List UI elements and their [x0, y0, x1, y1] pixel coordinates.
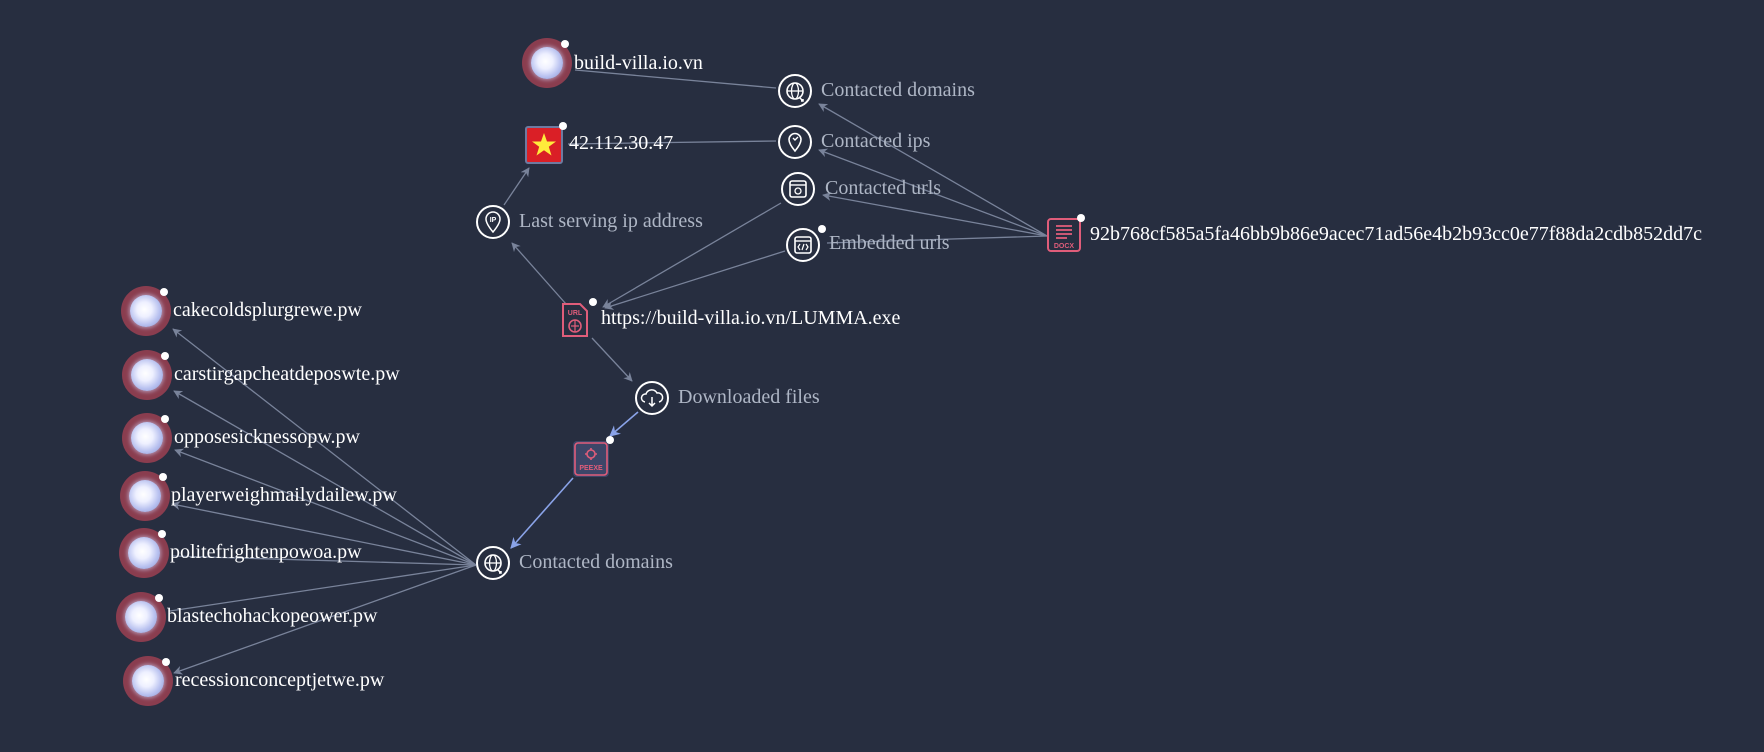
edge-url-last-serving-ip: [511, 242, 567, 305]
node-status-dot: [606, 436, 614, 444]
domain-node-build-villa[interactable]: [522, 38, 572, 88]
url-node-label: https://build-villa.io.vn/LUMMA.exe: [601, 307, 901, 329]
rel-label-downloaded-files: Downloaded files: [678, 386, 820, 408]
node-status-dot: [155, 594, 163, 602]
docx-badge-text: DOCX: [1054, 243, 1075, 250]
domain-label: playerweighmailydailew.pw: [171, 484, 397, 506]
edge-last-serving-ip-ip: [503, 167, 530, 206]
docx-file-icon[interactable]: DOCX: [1047, 214, 1085, 252]
cloud-download-icon[interactable]: [634, 380, 670, 416]
url-badge-text: URL: [568, 310, 583, 317]
ip-icon[interactable]: IP: [475, 204, 511, 240]
edge-peexe-contacted-domains: [510, 477, 574, 549]
rel-label-embedded-urls: Embedded urls: [829, 232, 950, 254]
peexe-file-icon[interactable]: PEEXE: [573, 436, 614, 477]
rel-label-contacted-ips: Contacted ips: [821, 130, 931, 152]
edge-embedded-urls-url: [604, 250, 786, 310]
node-status-dot: [161, 352, 169, 360]
node-status-dot: [160, 288, 168, 296]
rel-label-last-serving-ip: Last serving ip address: [519, 210, 703, 232]
browser-link-icon[interactable]: [780, 171, 816, 207]
domain-node[interactable]: [121, 286, 171, 336]
peexe-badge-text: PEEXE: [579, 465, 603, 472]
domain-label: politefrightenpowoa.pw: [170, 541, 362, 563]
edge-url-downloaded-files: [591, 337, 633, 382]
domain-node[interactable]: [122, 413, 172, 463]
domain-label: cakecoldsplurgrewe.pw: [173, 299, 363, 321]
embedded-code-icon[interactable]: [785, 227, 821, 263]
node-status-dot: [159, 473, 167, 481]
contacted-domains-icon[interactable]: [475, 545, 511, 581]
node-status-dot: [559, 122, 567, 130]
location-pin-icon[interactable]: [777, 124, 813, 160]
svg-text:IP: IP: [490, 217, 497, 224]
domain-node[interactable]: [120, 471, 170, 521]
node-status-dot: [162, 658, 170, 666]
domain-label: recessionconceptjetwe.pw: [175, 669, 385, 691]
domain-node[interactable]: [123, 656, 173, 706]
edge-to-domain-2: [173, 390, 477, 566]
docx-hash-label: 92b768cf585a5fa46bb9b86e9acec71ad56e4b2b…: [1090, 223, 1703, 245]
rel-label-contacted-domains-bottom: Contacted domains: [519, 551, 673, 573]
rel-label-contacted-urls: Contacted urls: [825, 177, 942, 199]
url-file-icon[interactable]: URL: [561, 298, 597, 338]
domain-node[interactable]: [119, 528, 169, 578]
domain-label-build-villa: build-villa.io.vn: [574, 52, 703, 74]
node-status-dot: [158, 530, 166, 538]
contacted-domains-icon[interactable]: [777, 73, 813, 109]
domain-node[interactable]: [122, 350, 172, 400]
domain-label: blastechohackopeower.pw: [167, 605, 378, 627]
edge-docx-contacted-urls: [822, 192, 1048, 237]
domain-label: carstirgapcheatdeposwte.pw: [174, 363, 400, 385]
node-status-dot: [161, 415, 169, 423]
ip-node-label: 42.112.30.47: [569, 132, 674, 154]
domain-label: opposesicknessopw.pw: [174, 426, 360, 448]
node-status-dot: [589, 298, 597, 306]
edge-docx-contacted-domains: [818, 103, 1048, 237]
node-status-dot: [1077, 214, 1085, 222]
vietnam-flag-icon[interactable]: [525, 122, 567, 164]
node-status-dot: [561, 40, 569, 48]
domain-node[interactable]: [116, 592, 166, 642]
rel-label-contacted-domains-top: Contacted domains: [821, 79, 975, 101]
node-status-dot: [818, 225, 826, 233]
